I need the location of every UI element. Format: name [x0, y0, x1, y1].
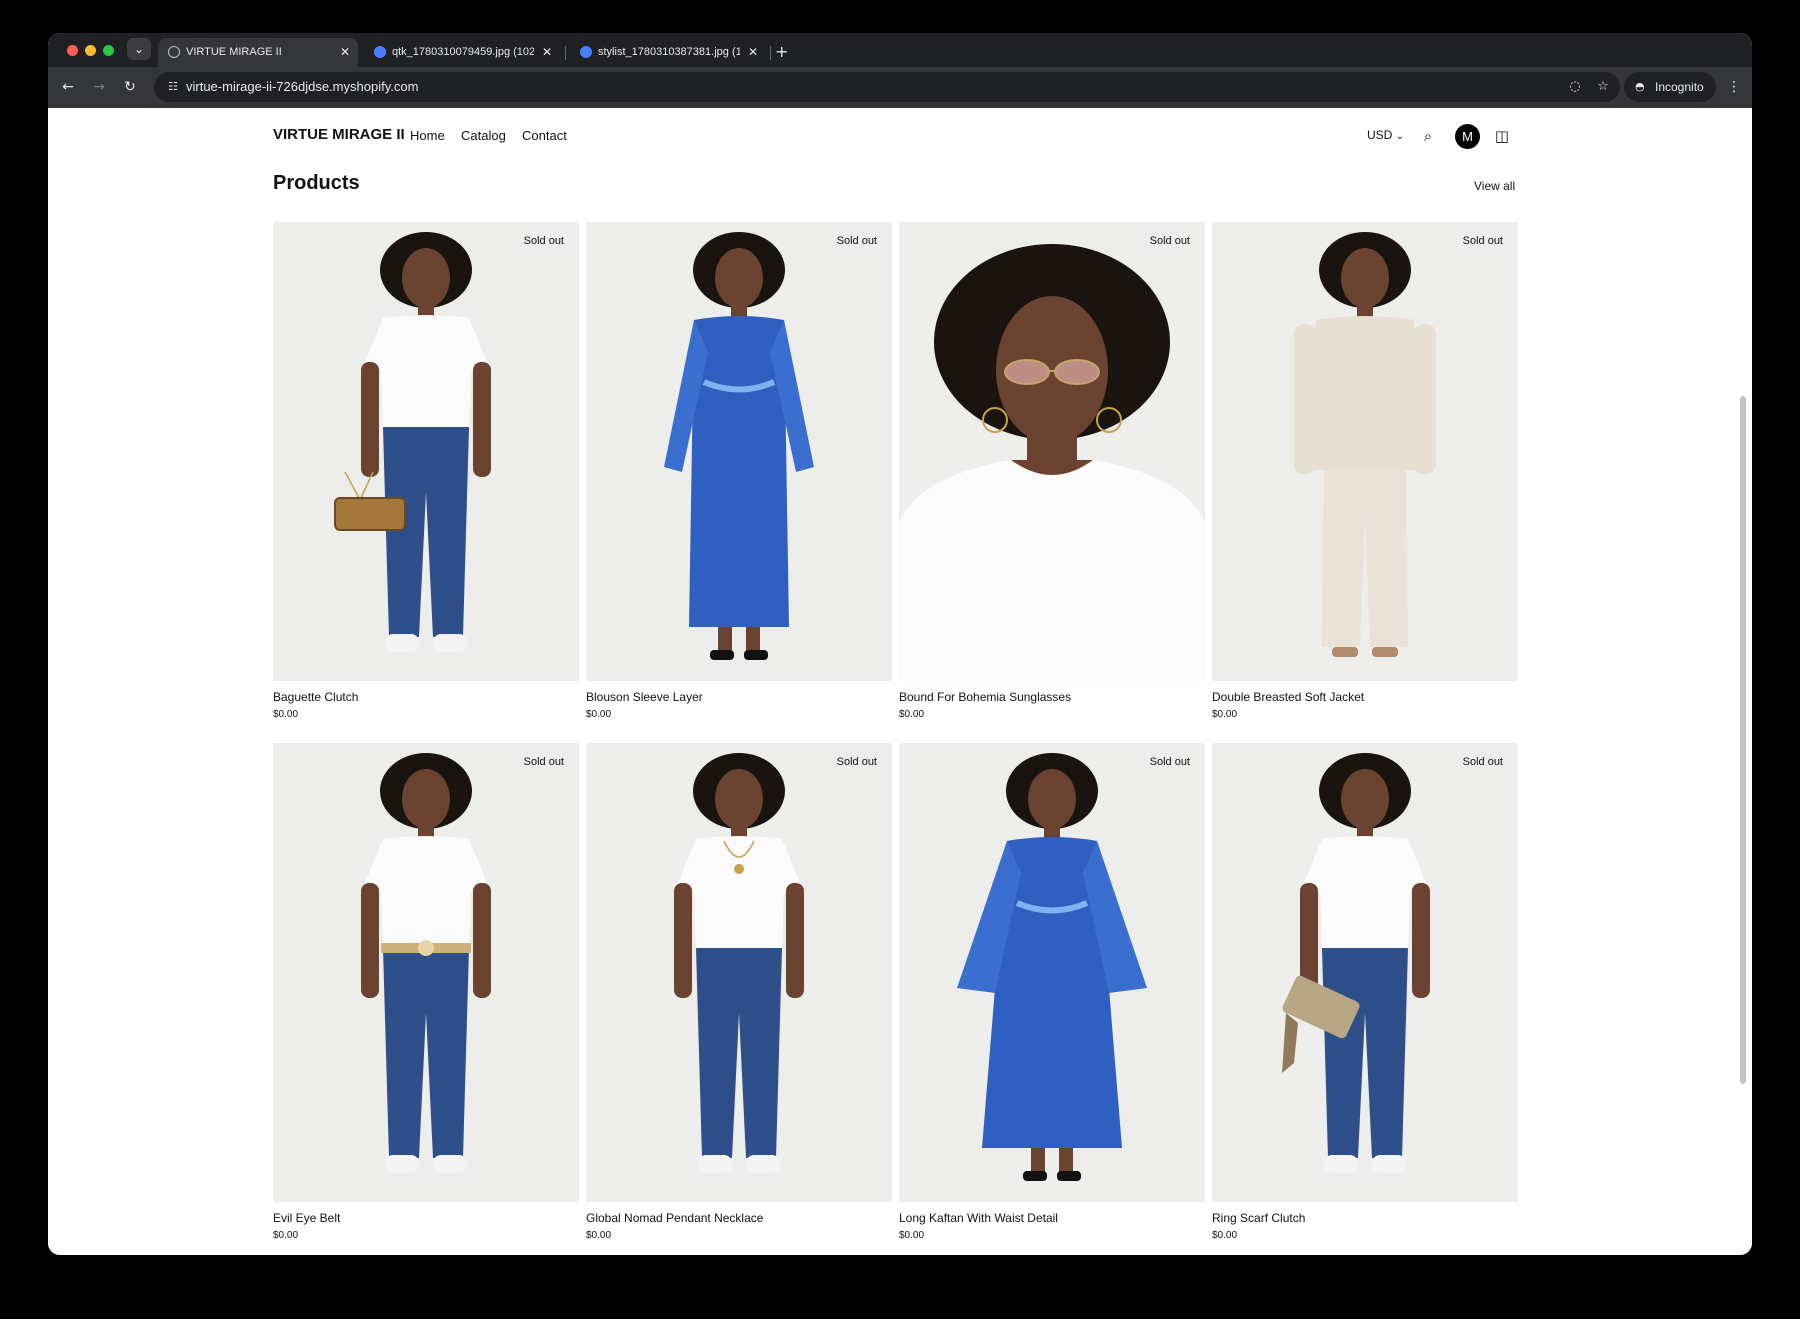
product-name[interactable]: Blouson Sleeve Layer [586, 690, 703, 704]
section-title: Products [273, 172, 360, 194]
product-image[interactable]: Sold out [1212, 743, 1518, 1202]
sold-out-badge: Sold out [1462, 756, 1503, 768]
currency-label: USD [1367, 128, 1393, 142]
product-price: $0.00 [586, 709, 612, 720]
forward-arrow-icon[interactable]: → [87, 75, 111, 99]
product-price: $0.00 [273, 709, 299, 720]
product-photo-model [674, 753, 804, 1173]
sold-out-badge: Sold out [836, 756, 877, 768]
product-card[interactable]: Sold out Double Breasted Soft Jacket $0.00 [1212, 222, 1518, 740]
close-tab-icon[interactable]: ✕ [748, 38, 758, 67]
image-favicon-icon [374, 46, 386, 58]
tab-search-chevron-icon[interactable]: ⌄ [127, 38, 151, 60]
sold-out-badge: Sold out [836, 235, 877, 247]
store-page: VIRTUE MIRAGE II Home Catalog Contact US… [48, 108, 1752, 1255]
tab-title: qtk_1780310079459.jpg (102 [392, 46, 534, 58]
tab-divider [770, 46, 771, 60]
sold-out-badge: Sold out [1462, 235, 1503, 247]
product-photo-model [334, 232, 491, 652]
product-image[interactable]: Sold out [1212, 222, 1518, 681]
product-name[interactable]: Long Kaftan With Waist Detail [899, 1211, 1058, 1225]
close-window-button[interactable] [67, 45, 78, 56]
sold-out-badge: Sold out [523, 756, 564, 768]
tab-stylist-image[interactable]: stylist_1780310387381.jpg (1 ✕ [570, 38, 766, 67]
product-photo-model [957, 753, 1147, 1181]
product-name[interactable]: Global Nomad Pendant Necklace [586, 1211, 763, 1225]
globe-icon [168, 46, 180, 58]
product-photo-model [899, 244, 1205, 681]
product-image[interactable]: Sold out [899, 222, 1205, 681]
tab-qtk-image[interactable]: qtk_1780310079459.jpg (102 ✕ [364, 38, 560, 67]
browser-toolbar: ← → ↻ ☷ virtue-mirage-ii-726djdse.myshop… [48, 67, 1752, 108]
chevron-down-icon: ⌄ [1395, 131, 1405, 142]
tab-title: VIRTUE MIRAGE II [186, 46, 282, 58]
product-image[interactable]: Sold out [273, 222, 579, 681]
account-avatar[interactable]: M [1455, 124, 1480, 149]
incognito-icon: ◓ [1635, 80, 1645, 93]
store-logo[interactable]: VIRTUE MIRAGE II [273, 126, 405, 143]
product-price: $0.00 [586, 1230, 612, 1241]
nav-catalog-link[interactable]: Catalog [461, 128, 506, 143]
product-image[interactable]: Sold out [273, 743, 579, 1202]
product-image[interactable]: Sold out [899, 743, 1205, 1202]
incognito-label: Incognito [1655, 80, 1704, 94]
close-tab-icon[interactable]: ✕ [542, 38, 552, 67]
url-text[interactable]: virtue-mirage-ii-726djdse.myshopify.com [186, 72, 418, 102]
browser-menu-icon[interactable]: ⋮ [1724, 75, 1744, 99]
product-photo-model [664, 232, 814, 660]
sold-out-badge: Sold out [1149, 756, 1190, 768]
sold-out-badge: Sold out [1149, 235, 1190, 247]
bookmark-star-icon[interactable]: ☆ [1594, 78, 1612, 96]
product-name[interactable]: Bound For Bohemia Sunglasses [899, 690, 1071, 704]
product-image[interactable]: Sold out [586, 743, 892, 1202]
product-card[interactable]: Sold out Bound For Bohemia Sunglasses $0.0… [899, 222, 1205, 740]
product-price: $0.00 [899, 1230, 925, 1241]
product-card[interactable]: Sold out Ring Scarf Clutch $0.00 [1212, 743, 1518, 1255]
currency-selector[interactable]: USD ⌄ [1367, 128, 1404, 142]
eye-off-icon[interactable]: ◌ [1566, 78, 1584, 96]
reload-icon[interactable]: ↻ [118, 75, 142, 99]
product-image[interactable]: Sold out [586, 222, 892, 681]
tab-virtue-mirage[interactable]: VIRTUE MIRAGE II ✕ [158, 38, 358, 67]
product-price: $0.00 [1212, 709, 1238, 720]
incognito-badge[interactable]: ◓ Incognito [1624, 72, 1716, 102]
product-card[interactable]: Sold out Baguette Clutch $0.00 [273, 222, 579, 740]
product-price: $0.00 [1212, 1230, 1238, 1241]
tab-divider [565, 46, 566, 60]
product-photo-model [1294, 232, 1436, 657]
page-scrollbar[interactable] [1740, 396, 1746, 1084]
nav-contact-link[interactable]: Contact [522, 128, 567, 143]
browser-window: ⌄ VIRTUE MIRAGE II ✕ qtk_1780310079459.j… [48, 33, 1752, 1255]
product-card[interactable]: Sold out Global Nomad Pendant Necklace $0.… [586, 743, 892, 1255]
back-arrow-icon[interactable]: ← [56, 75, 80, 99]
product-photo-model [361, 753, 491, 1173]
product-card[interactable]: Sold out Long Kaftan With Waist Detail $0.… [899, 743, 1205, 1255]
image-favicon-icon [580, 46, 592, 58]
nav-home-link[interactable]: Home [410, 128, 445, 143]
product-name[interactable]: Baguette Clutch [273, 690, 358, 704]
product-name[interactable]: Ring Scarf Clutch [1212, 1211, 1305, 1225]
view-all-link[interactable]: View all [1474, 179, 1515, 193]
product-name[interactable]: Double Breasted Soft Jacket [1212, 690, 1364, 704]
tab-strip: ⌄ VIRTUE MIRAGE II ✕ qtk_1780310079459.j… [48, 33, 1752, 67]
cart-bag-icon[interactable]: ◫ [1490, 124, 1514, 148]
product-photo-model [1282, 753, 1430, 1173]
close-tab-icon[interactable]: ✕ [340, 38, 350, 67]
maximize-window-button[interactable] [103, 45, 114, 56]
site-settings-icon[interactable]: ☷ [164, 78, 182, 96]
minimize-window-button[interactable] [85, 45, 96, 56]
search-icon[interactable]: ⌕ [1416, 124, 1440, 148]
tab-title: stylist_1780310387381.jpg (1 [598, 46, 740, 58]
address-bar[interactable]: ☷ virtue-mirage-ii-726djdse.myshopify.co… [154, 72, 1620, 102]
product-price: $0.00 [899, 709, 925, 720]
product-card[interactable]: Sold out Evil Eye Belt $0.00 [273, 743, 579, 1255]
product-card[interactable]: Sold out Blouson Sleeve Layer $0.00 [586, 222, 892, 740]
sold-out-badge: Sold out [523, 235, 564, 247]
new-tab-plus-icon[interactable]: + [775, 39, 788, 65]
product-name[interactable]: Evil Eye Belt [273, 1211, 340, 1225]
product-price: $0.00 [273, 1230, 299, 1241]
